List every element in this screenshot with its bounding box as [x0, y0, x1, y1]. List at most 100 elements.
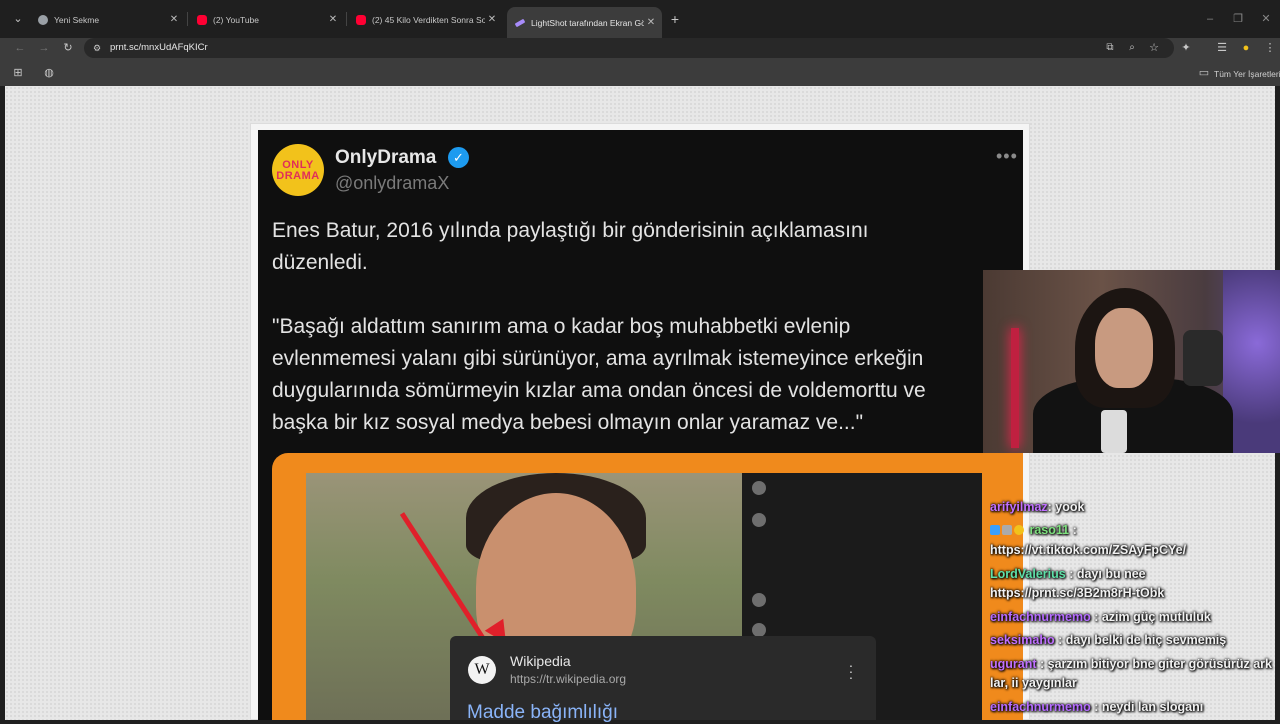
close-icon[interactable]: ✕ — [644, 17, 658, 28]
wiki-link[interactable]: Madde bağımlılığı — [467, 702, 618, 724]
chat-message: https://prnt.sc/3B2m8rH-tObk — [990, 584, 1280, 603]
drink-can — [1101, 410, 1127, 453]
globe-icon[interactable]: ◍ — [41, 63, 57, 83]
tab-youtube-video[interactable]: (2) 45 Kilo Verdikten Sonra Sor... ✕ — [348, 7, 503, 32]
site-info-icon[interactable]: ⚙ — [89, 38, 105, 58]
tweet-card: ONLY DRAMA OnlyDrama ✓ @onlydramaX ••• E… — [258, 130, 1023, 720]
chat-message: seksimaho : dayı belki de hiç sevmemiş — [990, 631, 1280, 650]
chat-username: arifyilmaz — [990, 500, 1048, 514]
chat-text: : azim güç mutluluk — [1090, 610, 1211, 624]
chat-text: : — [1069, 523, 1077, 537]
tab-new-tab[interactable]: Yeni Sekme ✕ — [30, 7, 185, 32]
more-options-icon[interactable]: ••• — [996, 146, 1018, 167]
tab-title: LightShot tarafından Ekran Görü... — [531, 17, 644, 28]
chat-message: einfachnurmemo : azim güç mutluluk — [990, 608, 1280, 627]
chat-username: einfachnurmemo — [990, 700, 1091, 714]
webcam-overlay — [983, 270, 1280, 453]
tab-title: Yeni Sekme — [54, 14, 100, 25]
extensions-icon[interactable]: ✦ — [1178, 38, 1194, 58]
chat-username: einfachnurmemo — [990, 610, 1091, 624]
tab-youtube[interactable]: (2) YouTube ✕ — [189, 7, 344, 32]
chat-text: : dayı belki de hiç sevmemiş — [1054, 633, 1227, 647]
tab-lightshot[interactable]: LightShot tarafından Ekran Görü... ✕ — [507, 7, 662, 38]
star-icon[interactable]: ☆ — [1146, 38, 1162, 58]
stream-chat: arifyilmaz: yook raso11 : https://vt.tik… — [990, 476, 1280, 720]
chat-text: : şarzım bitiyor bne giter görüsürüz ark — [1036, 657, 1272, 671]
chat-text: https://vt.tiktok.com/ZSAyFpCYe/ — [990, 543, 1187, 557]
chat-username: seksimaho — [990, 633, 1055, 647]
microphone — [1183, 330, 1223, 386]
restore-icon[interactable]: ❐ — [1230, 9, 1246, 29]
avatar[interactable]: ONLY DRAMA — [272, 144, 324, 196]
chat-text: https://prnt.sc/3B2m8rH-tObk — [990, 586, 1165, 600]
badge-icon — [1014, 525, 1024, 535]
chat-message: ugurant : şarzım bitiyor bne giter görüs… — [990, 655, 1280, 674]
tweet-line: başka bir kız sosyal medya bebesi olmayı… — [272, 411, 864, 434]
minimize-icon[interactable]: – — [1202, 9, 1218, 29]
chat-username: raso11 — [1029, 523, 1070, 537]
tweet-line: duygularınıda sömürmeyin kızlar ama onda… — [272, 379, 926, 402]
new-tab-icon[interactable]: + — [667, 9, 683, 29]
url-text[interactable]: prnt.sc/mnxUdAFqKICr — [110, 42, 208, 53]
tweet-line: "Başağı aldattım sanırım ama o kadar boş… — [272, 315, 851, 338]
avatar — [752, 481, 766, 495]
user-handle[interactable]: @onlydramaX — [335, 173, 449, 194]
apps-icon[interactable]: ⊞ — [10, 63, 26, 83]
wikipedia-icon: W — [468, 656, 496, 684]
badge-icon — [990, 525, 1000, 535]
close-icon[interactable]: ✕ — [167, 14, 181, 25]
chat-message: einfachnurmemo : neydi lan sloganı — [990, 698, 1280, 717]
wiki-title: Wikipedia — [510, 653, 571, 669]
bookmarks-bar: ⊞ ◍ ▭ Tüm Yer İşaretleri — [0, 60, 1280, 86]
chat-text: : neydi lan sloganı — [1090, 700, 1204, 714]
install-icon[interactable]: ⧉ — [1102, 38, 1118, 58]
address-bar[interactable]: ⚙ prnt.sc/mnxUdAFqKICr ⧉ ⌕ ☆ — [84, 38, 1174, 58]
back-icon[interactable]: ← — [12, 38, 28, 58]
reload-icon[interactable]: ↻ — [60, 38, 76, 58]
tab-strip: ⌄ Yeni Sekme ✕ (2) YouTube ✕ (2) 45 Kilo… — [0, 0, 1280, 38]
chat-text: : yook — [1047, 500, 1085, 514]
reading-list-icon[interactable]: ☰ — [1214, 38, 1230, 58]
chat-message: arifyilmaz: yook — [990, 498, 1280, 517]
chat-username: LordValerius — [990, 567, 1066, 581]
all-bookmarks-label[interactable]: Tüm Yer İşaretleri — [1214, 69, 1280, 79]
tab-title: (2) 45 Kilo Verdikten Sonra Sor... — [372, 14, 485, 25]
forward-icon[interactable]: → — [36, 38, 52, 58]
wikipedia-result-card[interactable]: W Wikipedia https://tr.wikipedia.org · · ·… — [450, 636, 876, 723]
avatar-logo-text: DRAMA — [276, 170, 320, 182]
display-name[interactable]: OnlyDrama — [335, 147, 436, 169]
lightshot-icon — [514, 18, 526, 27]
chat-text: lar, ii yaygınlar — [990, 676, 1077, 690]
verified-badge-icon: ✓ — [448, 147, 469, 168]
close-window-icon[interactable]: ✕ — [1258, 9, 1274, 29]
chat-message: https://vt.tiktok.com/ZSAyFpCYe/ — [990, 541, 1280, 560]
badge-icon — [1002, 525, 1012, 535]
toolbar: ← → ↻ ⚙ prnt.sc/mnxUdAFqKICr ⧉ ⌕ ☆ ✦ ☰ ●… — [0, 38, 1280, 60]
avatar — [752, 513, 766, 527]
tweet-line: evlenmemesi yalanı gibi sürünüyor, ama a… — [272, 347, 924, 370]
tab-search-chevron-down-icon[interactable]: ⌄ — [10, 9, 26, 29]
wiki-url: https://tr.wikipedia.org — [510, 672, 627, 686]
menu-icon[interactable]: ⋮ — [1262, 38, 1278, 58]
tab-title: (2) YouTube — [213, 14, 259, 25]
tweet-paragraph: Enes Batur, 2016 yılında paylaştığı bir … — [272, 215, 1012, 279]
red-light-strip — [1011, 328, 1019, 448]
chrome-icon — [38, 14, 48, 25]
youtube-icon — [197, 14, 207, 25]
close-icon[interactable]: ✕ — [485, 14, 499, 25]
avatar — [752, 593, 766, 607]
chat-message: lar, ii yaygınlar — [990, 674, 1280, 693]
chat-text: : dayı bu nee — [1065, 567, 1146, 581]
close-icon[interactable]: ✕ — [326, 14, 340, 25]
zoom-icon[interactable]: ⌕ — [1124, 38, 1140, 58]
tweet-line: Enes Batur, 2016 yılında paylaştığı bir … — [272, 219, 869, 242]
avatar — [752, 623, 766, 637]
tweet-line: düzenledi. — [272, 251, 368, 274]
chat-message: raso11 : — [990, 521, 1280, 540]
streamer-face — [1095, 308, 1153, 388]
more-options-icon[interactable]: · · · — [846, 658, 856, 684]
youtube-icon — [356, 14, 366, 25]
profile-icon[interactable]: ● — [1238, 38, 1254, 58]
tab-separator — [346, 12, 347, 26]
chat-username: ugurant — [990, 657, 1037, 671]
